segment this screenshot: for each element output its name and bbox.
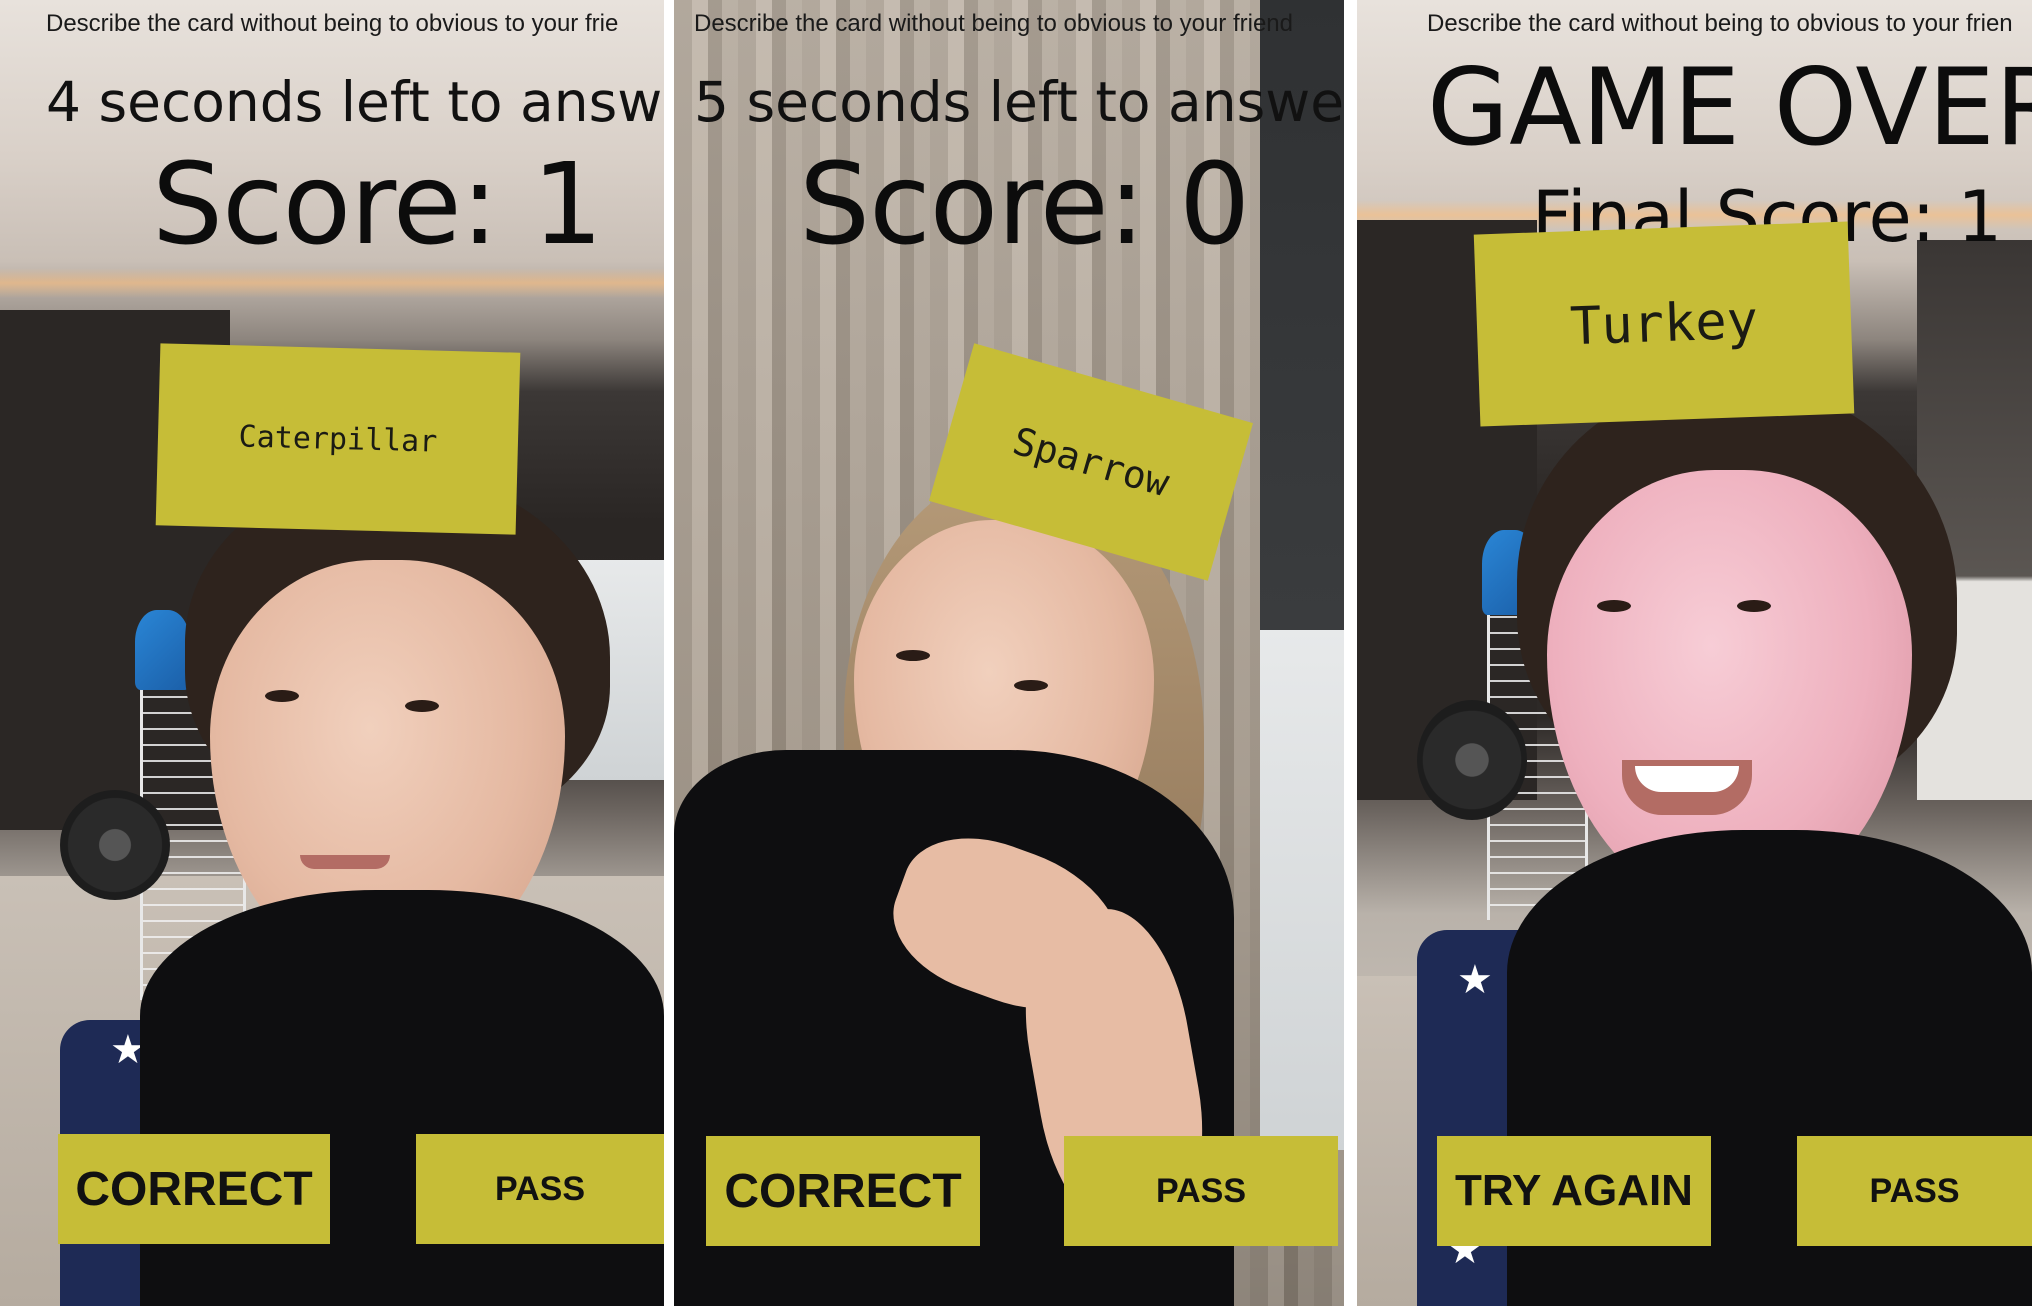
word-card: Caterpillar	[155, 343, 521, 535]
teeth	[1635, 766, 1739, 792]
eye	[265, 690, 299, 702]
pass-button[interactable]: PASS	[1797, 1136, 2032, 1246]
word-card: Turkey	[1473, 221, 1855, 427]
ceiling-light	[0, 268, 664, 298]
fan	[60, 790, 170, 900]
card-word: Sparrow	[1007, 418, 1175, 506]
score-text: Score: 0	[799, 140, 1250, 270]
correct-button-label: CORRECT	[724, 1164, 962, 1218]
white-wall	[1260, 630, 1344, 1150]
try-again-button[interactable]: TRY AGAIN	[1437, 1136, 1711, 1246]
card-word: Caterpillar	[238, 418, 438, 460]
game-panel-1: ★ ★ Describe the card without being to o…	[0, 0, 664, 1306]
instruction-text: Describe the card without being to obvio…	[694, 10, 1294, 37]
mouth	[300, 855, 390, 869]
eye	[1737, 600, 1771, 612]
game-panel-2: Describe the card without being to obvio…	[674, 0, 1344, 1306]
pass-button[interactable]: PASS	[416, 1134, 664, 1244]
pass-button-label: PASS	[1155, 1171, 1247, 1210]
game-panel-3: ★ ★ ★ Describe the card without being to…	[1357, 0, 2032, 1306]
correct-button[interactable]: CORRECT	[58, 1134, 330, 1244]
eye	[1014, 680, 1048, 691]
score-text: Score: 1	[152, 140, 603, 270]
eye	[1597, 600, 1631, 612]
chair-star: ★	[1457, 957, 1493, 1003]
correct-button[interactable]: CORRECT	[706, 1136, 980, 1246]
try-again-button-label: TRY AGAIN	[1455, 1166, 1693, 1215]
game-over-title: GAME OVER	[1427, 46, 2032, 169]
pass-button-label: PASS	[1869, 1171, 1960, 1210]
timer-text: 4 seconds left to answe	[46, 70, 664, 134]
fan	[1417, 700, 1527, 820]
pass-button[interactable]: PASS	[1064, 1136, 1338, 1246]
eye	[896, 650, 930, 661]
card-word: Turkey	[1569, 290, 1759, 358]
correct-button-label: CORRECT	[75, 1162, 313, 1216]
instruction-text: Describe the card without being to obvio…	[1427, 10, 2013, 37]
pass-button-label: PASS	[494, 1169, 586, 1208]
iron	[135, 610, 190, 690]
timer-text: 5 seconds left to answer	[694, 70, 1344, 134]
instruction-text: Describe the card without being to obvio…	[46, 10, 619, 37]
eye	[405, 700, 439, 712]
